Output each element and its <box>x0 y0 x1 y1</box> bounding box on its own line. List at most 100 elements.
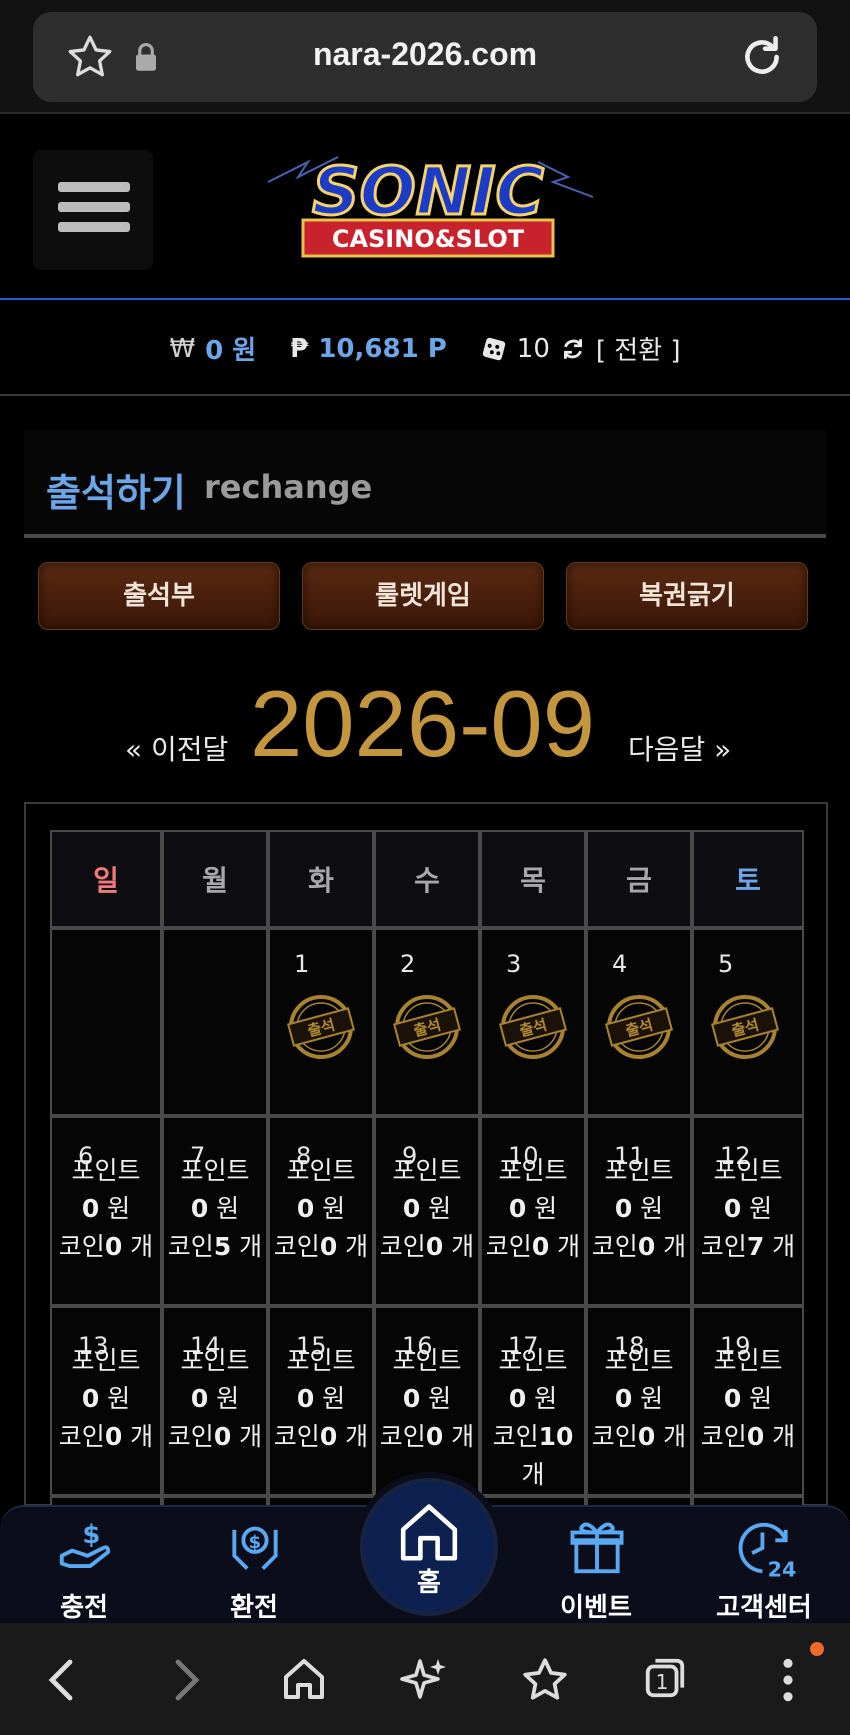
calendar-day[interactable] <box>162 928 268 1116</box>
point-value-line: 0 원 <box>52 1380 160 1418</box>
point-label: 포인트 <box>71 1156 141 1185</box>
point-symbol: ₱ <box>290 333 309 364</box>
point-value: 0 <box>402 1384 421 1413</box>
calendar-day[interactable]: 3 출석 <box>480 928 586 1116</box>
hamburger-menu-button[interactable] <box>33 150 153 270</box>
logo-sub-text: CASINO&SLOT <box>332 225 525 253</box>
nav-support[interactable]: 24 고객센터 <box>694 1507 834 1625</box>
bookmarks-icon[interactable] <box>520 1655 570 1705</box>
calendar-day[interactable]: 6 포인트 0 원 코인0 개 <box>50 1116 162 1306</box>
coin-value: 0 <box>104 1422 123 1451</box>
calendar-day[interactable]: 18 포인트 0 원 코인0 개 <box>586 1306 692 1496</box>
coin-value: 0 <box>746 1422 765 1451</box>
reload-icon[interactable] <box>737 32 787 82</box>
won-unit: 원 <box>640 1384 664 1413</box>
calendar-day[interactable]: 7 포인트 0 원 코인5 개 <box>162 1116 268 1306</box>
browser-toolbar: nara-2026.com <box>0 0 850 114</box>
tabs-button[interactable]: 1 <box>642 1655 688 1701</box>
calendar-day[interactable] <box>50 928 162 1116</box>
day-number: 5 <box>718 950 734 978</box>
day-number: 4 <box>612 950 628 978</box>
calendar-day[interactable]: 1 출석 <box>268 928 374 1116</box>
attendance-calendar: 일 월 화 수 목 금 토 1 출석 2 출석 3 출석 4 출석 5 출석 6 포인트 0 원 코인0 개 7 포인트 0 … <box>24 802 828 1516</box>
point-value: 0 <box>81 1384 100 1413</box>
reward-info: 포인트 0 원 코인0 개 <box>164 1342 266 1456</box>
calendar-day[interactable]: 8 포인트 0 원 코인0 개 <box>268 1116 374 1306</box>
nav-event[interactable]: 이벤트 <box>526 1507 666 1625</box>
point-value-line: 0 원 <box>52 1190 160 1228</box>
coin-value: 0 <box>213 1422 232 1451</box>
point-value: 0 <box>296 1194 315 1223</box>
switch-link[interactable]: [ 전환 ] <box>596 330 681 367</box>
coin-line: 코인0 개 <box>482 1228 584 1266</box>
point-label: 포인트 <box>180 1156 250 1185</box>
back-icon[interactable] <box>42 1655 82 1705</box>
balance-bar: ₩ 0 원 ₱ 10,681 P 10 [ 전환 ] <box>0 300 850 396</box>
more-menu-icon[interactable] <box>770 1655 806 1705</box>
site-logo[interactable]: SONIC CASINO&SLOT <box>248 142 608 267</box>
tab-attendance[interactable]: 출석부 <box>38 562 280 630</box>
nav-charge-label: 충전 <box>60 1593 108 1623</box>
point-value: 0 <box>614 1384 633 1413</box>
coin-label: 코인 <box>591 1232 638 1261</box>
point-value-line: 0 원 <box>164 1190 266 1228</box>
calendar-day[interactable]: 19 포인트 0 원 코인0 개 <box>692 1306 804 1496</box>
tab-lottery[interactable]: 복권긁기 <box>566 562 808 630</box>
point-label: 포인트 <box>71 1346 141 1375</box>
forward-icon[interactable] <box>166 1655 206 1705</box>
calendar-day[interactable]: 4 출석 <box>586 928 692 1116</box>
calendar-day[interactable]: 11 포인트 0 원 코인0 개 <box>586 1116 692 1306</box>
home-browser-icon[interactable] <box>280 1655 328 1703</box>
coin-unit: 개 <box>663 1232 687 1261</box>
calendar-day[interactable]: 16 포인트 0 원 코인0 개 <box>374 1306 480 1496</box>
menu-bar-icon <box>58 182 130 192</box>
point-value-line: 0 원 <box>376 1380 478 1418</box>
point-label: 포인트 <box>392 1346 462 1375</box>
reward-info: 포인트 0 원 코인0 개 <box>376 1152 478 1266</box>
logo-main-text: SONIC <box>312 153 544 230</box>
nav-home[interactable]: 홈 <box>360 1478 498 1616</box>
point-label: 포인트 <box>604 1346 674 1375</box>
calendar-day[interactable]: 9 포인트 0 원 코인0 개 <box>374 1116 480 1306</box>
point-label: 포인트 <box>498 1346 568 1375</box>
calendar-day[interactable]: 15 포인트 0 원 코인0 개 <box>268 1306 374 1496</box>
won-unit: 원 <box>107 1194 131 1223</box>
won-unit: 원 <box>428 1194 452 1223</box>
address-bar[interactable]: nara-2026.com <box>33 12 817 102</box>
calendar-day[interactable]: 17 포인트 0 원 코인10 개 <box>480 1306 586 1496</box>
point-value: 0 <box>723 1194 742 1223</box>
coin-unit: 개 <box>345 1232 369 1261</box>
nav-exchange[interactable]: $ 환전 <box>184 1507 324 1625</box>
won-unit: 원 <box>534 1384 558 1413</box>
point-value: 0 <box>190 1384 209 1413</box>
calendar-day[interactable]: 12 포인트 0 원 코인7 개 <box>692 1116 804 1306</box>
coin-value: 0 <box>425 1422 444 1451</box>
coin-unit: 개 <box>772 1232 796 1261</box>
calendar-day[interactable]: 10 포인트 0 원 코인0 개 <box>480 1116 586 1306</box>
support-24h-icon: 24 <box>738 1522 796 1579</box>
coin-label: 코인 <box>58 1232 105 1261</box>
day-number: 3 <box>506 950 522 978</box>
point-value-line: 0 원 <box>270 1380 372 1418</box>
point-value: 0 <box>723 1384 742 1413</box>
tab-roulette[interactable]: 룰렛게임 <box>302 562 544 630</box>
reward-info: 포인트 0 원 코인0 개 <box>588 1342 690 1456</box>
refresh-icon[interactable] <box>560 336 586 362</box>
point-value-line: 0 원 <box>270 1190 372 1228</box>
calendar-day[interactable]: 2 출석 <box>374 928 480 1116</box>
point-value: 0 <box>81 1194 100 1223</box>
point-label: 포인트 <box>286 1156 356 1185</box>
calendar-day[interactable]: 13 포인트 0 원 코인0 개 <box>50 1306 162 1496</box>
sparkle-ai-icon[interactable] <box>400 1655 448 1703</box>
coin-line: 코인0 개 <box>376 1228 478 1266</box>
next-month-link[interactable]: 다음달 » <box>628 728 731 768</box>
home-icon <box>400 1504 458 1561</box>
nav-charge[interactable]: $ 충전 <box>14 1507 154 1625</box>
prev-month-link[interactable]: « 이전달 <box>125 728 228 768</box>
point-value-line: 0 원 <box>694 1380 802 1418</box>
calendar-day[interactable]: 5 출석 <box>692 928 804 1116</box>
day-number: 1 <box>294 950 310 978</box>
svg-text:$: $ <box>82 1520 100 1550</box>
calendar-day[interactable]: 14 포인트 0 원 코인0 개 <box>162 1306 268 1496</box>
reward-info: 포인트 0 원 코인0 개 <box>52 1342 160 1456</box>
